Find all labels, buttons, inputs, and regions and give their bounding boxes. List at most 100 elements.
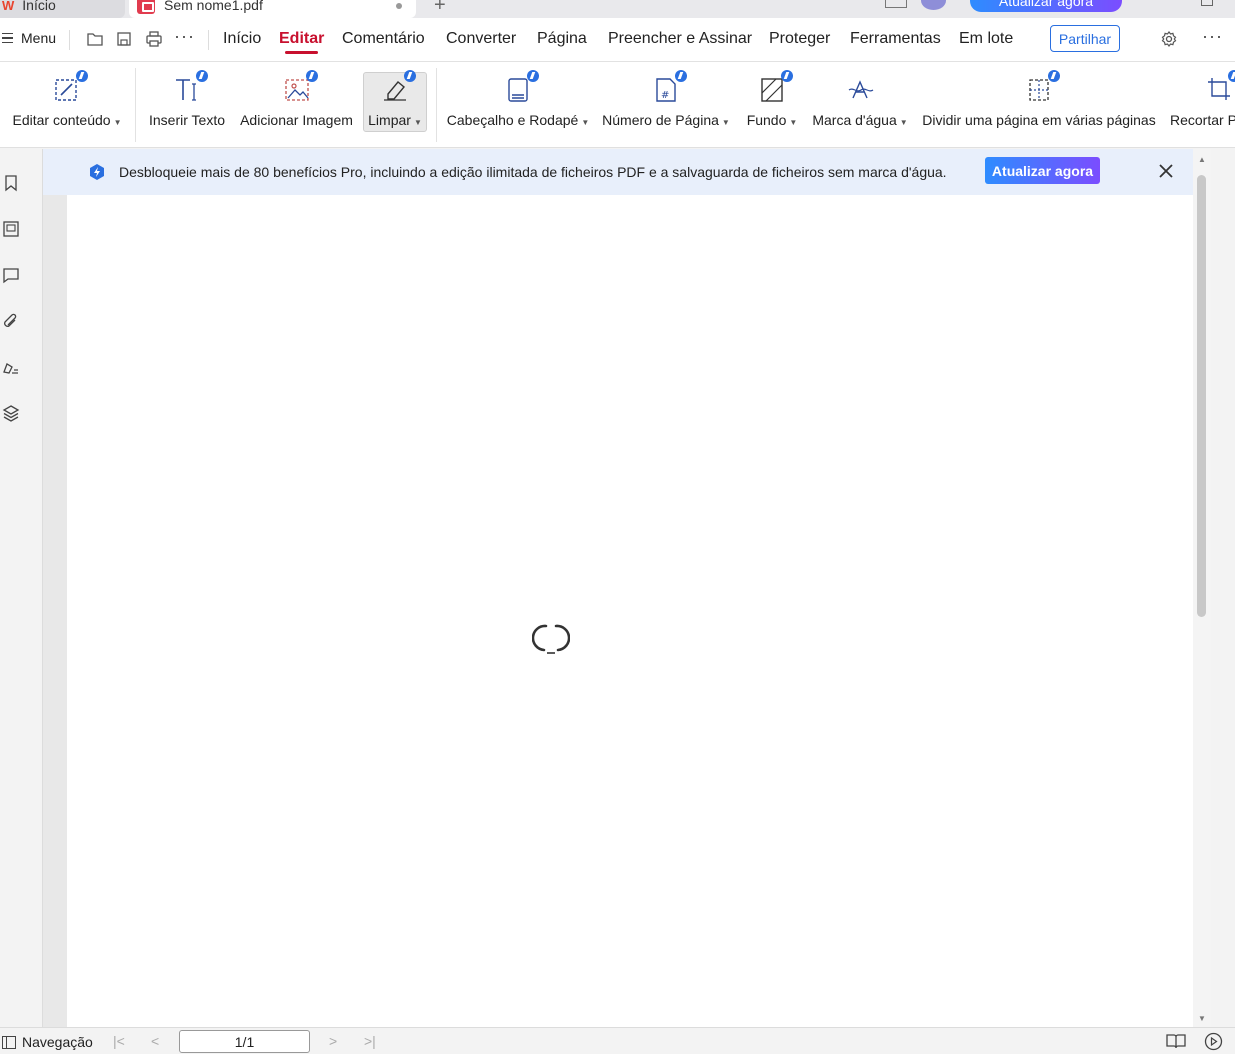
pro-badge-icon — [404, 70, 416, 82]
svg-text:#: # — [661, 90, 669, 101]
tab-editar[interactable]: Editar — [279, 30, 324, 54]
tab-em-lote[interactable]: Em lote — [959, 30, 1013, 48]
navigation-toggle[interactable]: Navegação — [2, 1034, 93, 1050]
split-page-icon — [1024, 70, 1060, 104]
loading-spinner-icon — [532, 624, 570, 654]
comment-icon[interactable] — [2, 266, 20, 284]
tab-proteger[interactable]: Proteger — [769, 30, 830, 48]
clear-button[interactable]: Limpar ▼ — [363, 62, 427, 147]
reading-mode-icon[interactable] — [1166, 1033, 1186, 1049]
scroll-down-icon[interactable]: ▼ — [1198, 1014, 1206, 1023]
watermark-label: Marca d'água — [812, 112, 897, 128]
pro-badge-icon — [1048, 70, 1060, 82]
left-sidebar — [0, 149, 43, 1027]
signature-icon[interactable] — [2, 358, 20, 376]
vertical-scrollbar[interactable]: ▲ ▼ — [1193, 149, 1211, 1027]
scrollbar-thumb[interactable] — [1197, 175, 1206, 617]
tab-comentario[interactable]: Comentário — [342, 30, 425, 48]
more-menu-icon[interactable]: ··· — [1202, 26, 1223, 47]
upgrade-banner: Desbloqueie mais de 80 benefícios Pro, i… — [43, 149, 1193, 195]
ribbon-toolbar: Editar conteúdo ▼ Inserir Texto Adicionar… — [0, 62, 1235, 148]
pro-badge-icon — [76, 70, 88, 82]
open-folder-icon[interactable] — [86, 30, 104, 48]
split-page-label: Dividir uma página em várias páginas — [922, 112, 1156, 128]
banner-text: Desbloqueie mais de 80 benefícios Pro, i… — [119, 164, 947, 180]
wps-logo-icon: W — [2, 0, 15, 13]
close-icon[interactable] — [1157, 162, 1175, 180]
prev-page-icon[interactable]: < — [151, 1033, 159, 1049]
insert-text-icon — [172, 70, 208, 104]
last-page-icon[interactable]: >| — [364, 1033, 376, 1049]
print-icon[interactable] — [145, 30, 163, 48]
chevron-down-icon: ▼ — [113, 118, 122, 127]
tab-home-label: Início — [22, 0, 56, 13]
next-page-icon[interactable]: > — [329, 1033, 337, 1049]
divider — [69, 30, 70, 50]
header-footer-icon — [503, 70, 539, 104]
background-label: Fundo — [746, 112, 787, 128]
share-button[interactable]: Partilhar — [1050, 25, 1120, 52]
upgrade-now-button[interactable]: Atualizar agora — [985, 157, 1100, 184]
watermark-button[interactable]: Marca d'água ▼ — [810, 62, 910, 147]
pro-badge-icon — [1228, 70, 1235, 82]
add-image-button[interactable]: Adicionar Imagem — [238, 62, 355, 147]
scroll-up-icon[interactable]: ▲ — [1198, 155, 1206, 164]
first-page-icon[interactable]: |< — [113, 1033, 125, 1049]
pro-shield-icon — [88, 163, 106, 181]
chevron-down-icon: ▼ — [789, 118, 798, 127]
add-image-icon — [282, 70, 318, 104]
page-number-button[interactable]: # Número de Página ▼ — [600, 62, 732, 147]
unsaved-dot-icon[interactable] — [396, 3, 402, 9]
edit-content-icon — [52, 70, 88, 104]
eraser-icon — [380, 70, 416, 104]
menu-label: Menu — [21, 30, 57, 46]
header-footer-label: Cabeçalho e Rodapé — [446, 112, 579, 128]
layers-icon[interactable] — [2, 404, 20, 422]
navigation-panel-icon — [2, 1035, 16, 1049]
background-button[interactable]: Fundo ▼ — [742, 62, 802, 147]
tab-document[interactable]: Sem nome1.pdf — [129, 0, 416, 18]
pdf-page[interactable] — [67, 149, 1193, 1027]
right-panel-strip — [1211, 149, 1235, 1027]
tab-ferramentas[interactable]: Ferramentas — [850, 30, 941, 48]
page-number-label: Número de Página — [602, 112, 719, 128]
thumbnail-icon[interactable] — [2, 220, 20, 238]
chevron-down-icon: ▼ — [721, 118, 730, 127]
bookmark-icon[interactable] — [2, 174, 20, 192]
split-page-button[interactable]: Dividir uma página em várias páginas — [920, 62, 1158, 147]
navigation-label: Navegação — [22, 1034, 93, 1050]
tab-home[interactable]: W Início — [0, 0, 125, 18]
save-icon[interactable] — [115, 30, 133, 48]
edit-content-button[interactable]: Editar conteúdo ▼ — [8, 62, 126, 147]
page-number-input[interactable] — [179, 1030, 310, 1053]
attachment-icon[interactable] — [2, 312, 20, 330]
new-tab-button[interactable]: + — [434, 0, 446, 17]
crop-label: Recortar P — [1170, 112, 1235, 128]
crop-button[interactable]: Recortar P — [1166, 62, 1235, 147]
tab-inicio[interactable]: Início — [223, 30, 261, 48]
window-layout-icon[interactable] — [885, 0, 907, 8]
gear-icon[interactable] — [1160, 30, 1178, 48]
play-icon[interactable] — [1204, 1032, 1223, 1051]
tab-strip: W Início Sem nome1.pdf + Atualizar agora — [0, 0, 1235, 18]
menu-bar: Menu ··· Início Editar Comentário Conver… — [0, 18, 1235, 62]
status-bar: Navegação |< < > >| — [0, 1027, 1235, 1054]
background-icon — [757, 70, 793, 104]
document-area — [43, 149, 1193, 1027]
header-footer-button[interactable]: Cabeçalho e Rodapé ▼ — [446, 62, 590, 147]
tab-converter[interactable]: Converter — [446, 30, 516, 48]
insert-text-label: Inserir Texto — [149, 112, 225, 128]
chevron-down-icon: ▼ — [581, 118, 590, 127]
hamburger-icon — [2, 33, 13, 43]
add-image-label: Adicionar Imagem — [240, 112, 353, 128]
insert-text-button[interactable]: Inserir Texto — [146, 62, 228, 147]
more-options-icon[interactable]: ··· — [174, 26, 194, 46]
avatar[interactable] — [921, 0, 946, 10]
upgrade-now-button-top[interactable]: Atualizar agora — [970, 0, 1122, 12]
divider — [135, 68, 136, 142]
window-control-icon[interactable] — [1201, 0, 1213, 6]
tab-preencher-assinar[interactable]: Preencher e Assinar — [608, 30, 752, 48]
pro-badge-icon — [527, 70, 539, 82]
tab-pagina[interactable]: Página — [537, 30, 587, 48]
menu-button[interactable]: Menu — [2, 30, 56, 46]
